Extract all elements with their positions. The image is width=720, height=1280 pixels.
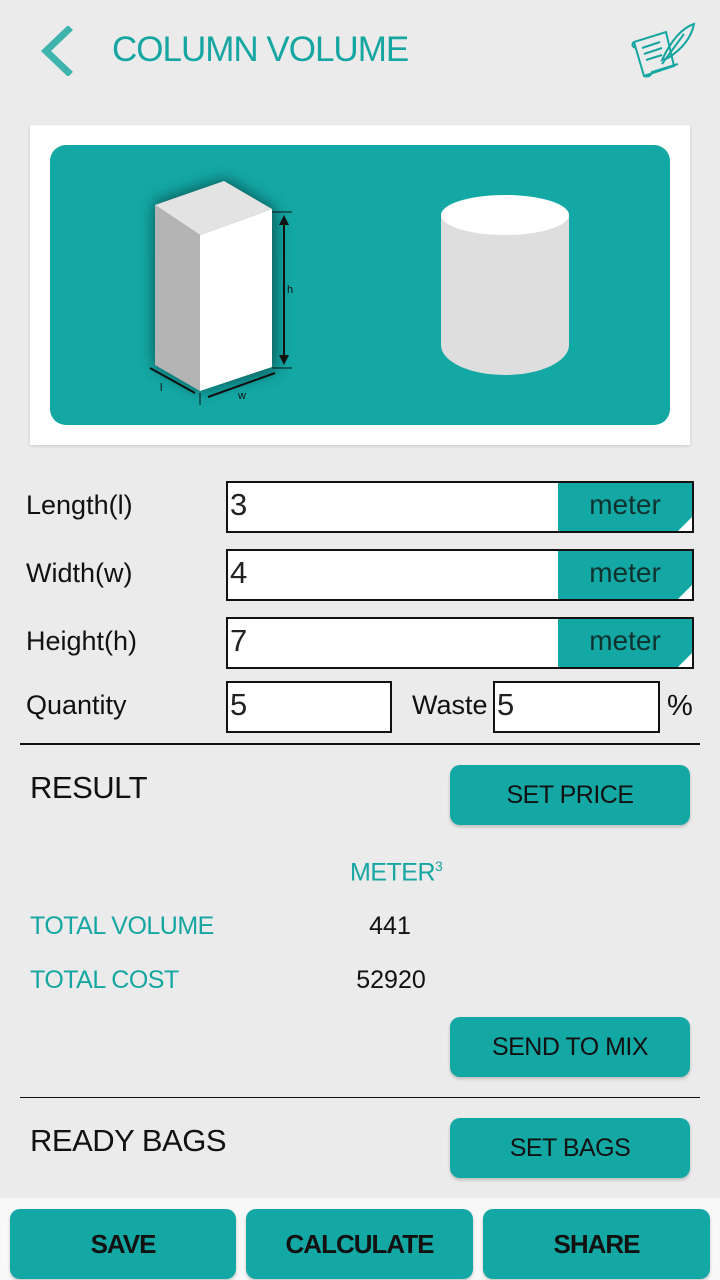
dropdown-corner-icon xyxy=(678,517,692,531)
length-unit-label: meter xyxy=(589,489,661,520)
page-title: COLUMN VOLUME xyxy=(112,30,409,69)
waste-label: Waste xyxy=(412,690,488,720)
dimension-label-w: w xyxy=(237,390,246,402)
length-label: Length(l) xyxy=(26,490,133,520)
unit-header-text: METER xyxy=(350,858,436,887)
waste-input[interactable]: 5 xyxy=(493,681,660,733)
height-unit-label: meter xyxy=(589,625,661,656)
dropdown-corner-icon xyxy=(678,585,692,599)
quantity-input[interactable]: 5 xyxy=(226,681,392,733)
notes-button[interactable] xyxy=(628,20,698,80)
divider xyxy=(20,1097,700,1098)
shape-illustration: h l w xyxy=(50,145,670,425)
quantity-label: Quantity xyxy=(26,690,127,720)
width-unit-label: meter xyxy=(589,557,661,588)
send-to-mix-button[interactable]: SEND TO MIX xyxy=(450,1017,690,1077)
total-cost-label: TOTAL COST xyxy=(30,966,179,994)
share-button[interactable]: SHARE xyxy=(483,1209,710,1279)
back-button[interactable] xyxy=(38,25,78,77)
save-button[interactable]: SAVE xyxy=(10,1209,236,1279)
unit-superscript: 3 xyxy=(435,858,443,874)
scroll-quill-icon xyxy=(631,22,696,78)
width-input[interactable]: 4 meter xyxy=(226,549,694,601)
height-value: 7 xyxy=(230,623,248,658)
percent-sign: % xyxy=(667,690,693,722)
cylinder-top xyxy=(441,195,569,235)
height-unit-dropdown[interactable]: meter xyxy=(558,619,692,667)
quantity-value: 5 xyxy=(230,687,248,722)
unit-header: METER3 xyxy=(350,858,443,887)
divider xyxy=(20,743,700,745)
length-value: 3 xyxy=(230,487,248,522)
total-volume-label: TOTAL VOLUME xyxy=(30,912,214,940)
height-label: Height(h) xyxy=(26,626,138,656)
calculate-button[interactable]: CALCULATE xyxy=(246,1209,473,1279)
total-volume-value: 441 xyxy=(369,912,411,940)
dropdown-corner-icon xyxy=(678,653,692,667)
height-input[interactable]: 7 meter xyxy=(226,617,694,669)
ready-bags-title: READY BAGS xyxy=(30,1123,227,1158)
shapes-drawing: h l w xyxy=(149,180,569,405)
total-cost-value: 52920 xyxy=(356,966,426,994)
prism-left xyxy=(155,205,200,391)
width-unit-dropdown[interactable]: meter xyxy=(558,551,692,599)
dimension-label-h: h xyxy=(287,284,293,296)
width-label: Width(w) xyxy=(26,558,133,588)
cylinder-body xyxy=(441,215,569,375)
waste-value: 5 xyxy=(497,687,515,722)
chevron-left-icon xyxy=(40,25,73,77)
prism-front xyxy=(200,209,272,391)
length-unit-dropdown[interactable]: meter xyxy=(558,483,692,531)
illustration-card: h l w xyxy=(30,125,690,445)
width-value: 4 xyxy=(230,555,248,590)
set-bags-button[interactable]: SET BAGS xyxy=(450,1118,690,1178)
set-price-button[interactable]: SET PRICE xyxy=(450,765,690,825)
length-input[interactable]: 3 meter xyxy=(226,481,694,533)
dimension-label-l: l xyxy=(160,382,162,394)
result-title: RESULT xyxy=(30,770,148,805)
